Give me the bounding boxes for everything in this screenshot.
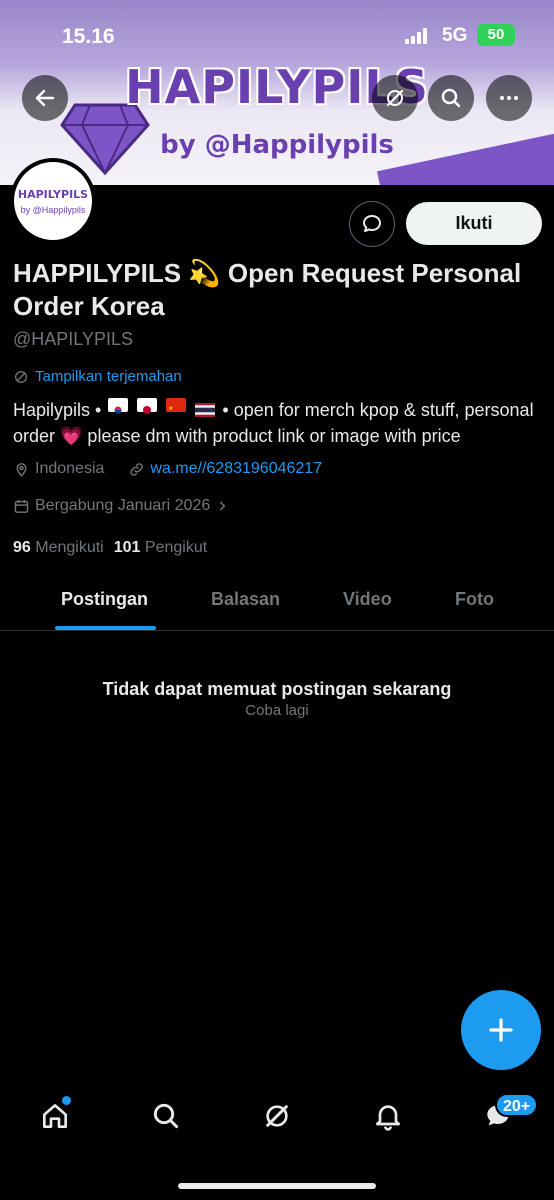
status-time: 15.16 — [62, 25, 115, 48]
nav-notifications[interactable] — [358, 1096, 418, 1136]
translate-link[interactable]: Tampilkan terjemahan — [13, 368, 182, 385]
active-tab-indicator — [55, 626, 156, 630]
link-icon — [130, 462, 144, 476]
message-button[interactable] — [349, 201, 395, 247]
banner-byline: by @Happilypils — [160, 130, 394, 160]
chat-bubble-icon — [363, 215, 381, 232]
bio-start: Hapilypils • — [13, 400, 102, 420]
calendar-icon — [14, 499, 29, 513]
profile-bio: Hapilypils • ★ • open for merch kpop & s… — [13, 397, 543, 449]
nav-grok[interactable] — [247, 1096, 307, 1136]
compose-button[interactable] — [461, 990, 541, 1070]
search-button[interactable] — [428, 75, 474, 121]
china-flag-icon: ★ — [166, 398, 187, 412]
empty-state-title: Tidak dapat memuat postingan sekarang — [102, 679, 452, 699]
profile-tabs: Postingan Balasan Video Foto — [0, 575, 554, 631]
arrow-left-icon — [35, 89, 55, 107]
nav-search[interactable] — [136, 1096, 196, 1136]
avatar[interactable]: HAPILYPILS by @Happilypils — [10, 158, 96, 244]
profile-joined: Bergabung Januari 2026 — [35, 497, 211, 514]
translate-icon — [15, 370, 27, 383]
tab-foto[interactable]: Foto — [455, 589, 494, 610]
home-unread-dot — [62, 1096, 71, 1105]
joined-row[interactable]: Bergabung Januari 2026 — [13, 497, 229, 515]
retry-link[interactable]: Coba lagi — [0, 702, 554, 719]
status-bar: 15.16 5G 50 — [0, 0, 554, 70]
bell-icon — [376, 1105, 400, 1131]
tab-balasan[interactable]: Balasan — [211, 589, 280, 610]
back-button[interactable] — [22, 75, 68, 121]
profile-location: Indonesia — [35, 460, 105, 477]
thailand-flag-icon — [195, 398, 216, 417]
follow-button[interactable]: Ikuti — [406, 202, 542, 245]
avatar-byline: by @Happilypils — [20, 204, 86, 215]
search-icon — [441, 88, 461, 108]
signal-icon — [405, 28, 427, 44]
profile-name: HAPPILYPILS 💫 Open Request Personal Orde… — [13, 258, 522, 321]
nav-home[interactable] — [25, 1096, 85, 1136]
chevron-right-icon — [219, 501, 226, 511]
translate-label: Tampilkan terjemahan — [35, 368, 182, 385]
grok-icon — [266, 1105, 288, 1127]
grok-icon — [386, 89, 404, 107]
avatar-title: HAPILYPILS — [17, 187, 89, 201]
plus-icon — [489, 1018, 513, 1042]
network-type: 5G — [442, 25, 468, 46]
japan-flag-icon — [137, 398, 158, 414]
battery-indicator: 50 — [477, 24, 515, 46]
messages-badge: 20+ — [495, 1093, 539, 1117]
more-button[interactable] — [486, 75, 532, 121]
following-stat[interactable]: 96 Mengikuti — [13, 539, 104, 557]
search-icon — [153, 1103, 179, 1129]
svg-text:★: ★ — [168, 405, 173, 412]
profile-link[interactable]: wa.me//6283196046217 — [150, 460, 322, 478]
location-pin-icon — [16, 462, 27, 477]
more-dots-icon — [500, 96, 518, 100]
home-indicator — [178, 1183, 376, 1189]
meta-row-1: Indonesia wa.me//6283196046217 — [13, 460, 322, 478]
tab-postingan[interactable]: Postingan — [61, 589, 148, 610]
bottom-nav — [0, 1080, 554, 1200]
followers-stat[interactable]: 101 Pengikut — [114, 539, 207, 557]
follow-stats: 96 Mengikuti 101 Pengikut — [13, 539, 207, 557]
tab-video[interactable]: Video — [343, 589, 392, 610]
korea-flag-icon — [108, 398, 129, 414]
profile-handle: @HAPILYPILS — [13, 329, 133, 349]
grok-button[interactable] — [372, 75, 418, 121]
